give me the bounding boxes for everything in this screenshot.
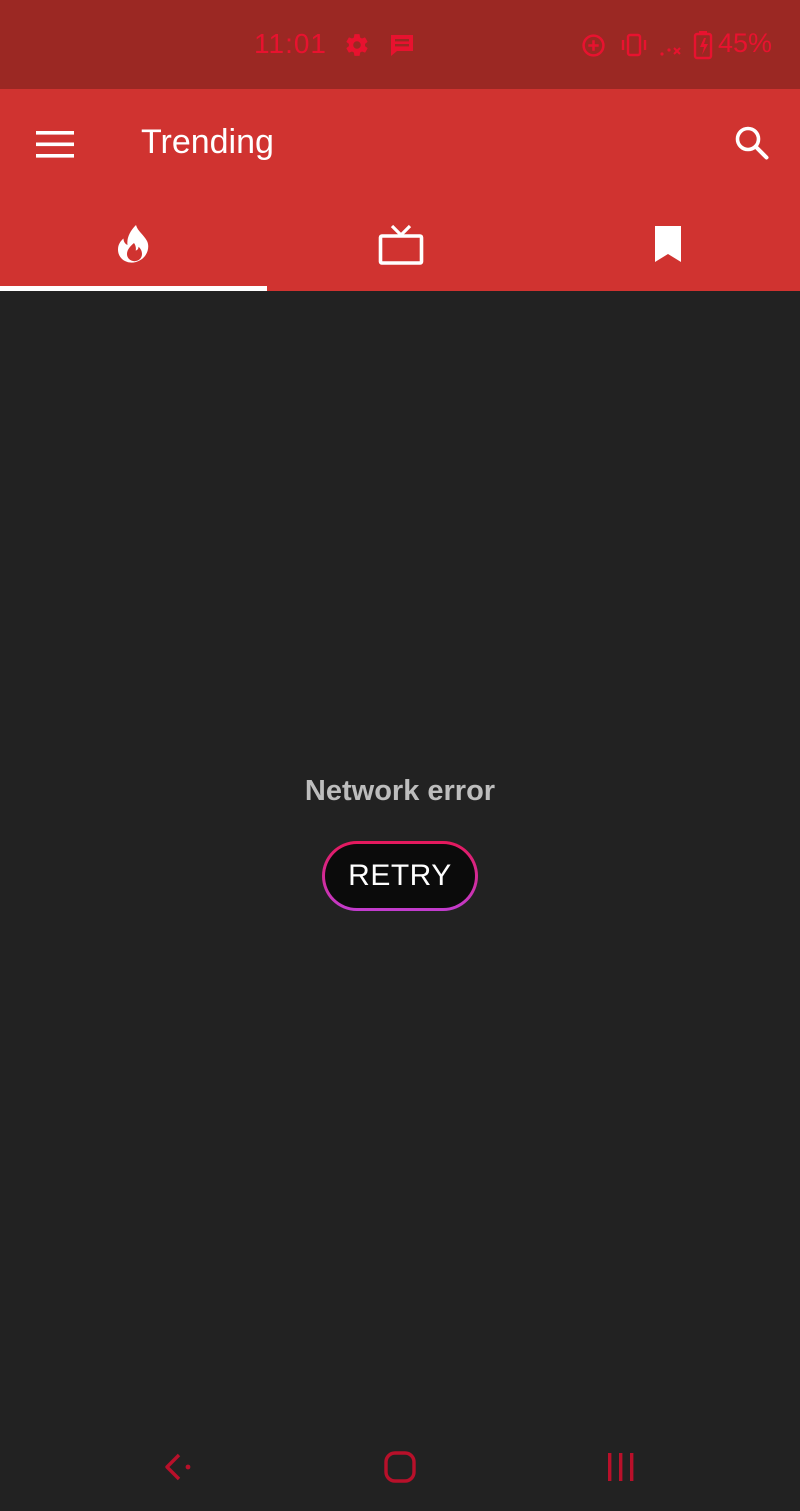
status-time: 11:01 xyxy=(254,28,327,59)
page-title: Trending xyxy=(141,123,274,161)
search-button[interactable] xyxy=(722,111,782,171)
status-bar: 11:01 45% xyxy=(0,0,800,89)
battery-charging-icon xyxy=(693,31,713,60)
recents-icon xyxy=(608,1453,634,1481)
vibrate-icon xyxy=(621,33,647,57)
battery-percentage: 45% xyxy=(718,28,773,58)
retry-button[interactable]: RETRY xyxy=(322,841,478,911)
bookmark-icon xyxy=(654,226,681,262)
recents-button[interactable] xyxy=(591,1439,651,1495)
hamburger-menu-icon xyxy=(36,131,74,158)
home-button[interactable] xyxy=(370,1439,430,1495)
main-content: Network error RETRY xyxy=(0,291,800,1421)
search-icon xyxy=(735,126,769,160)
back-icon xyxy=(165,1453,191,1481)
fire-icon xyxy=(117,225,148,263)
system-nav-bar xyxy=(0,1421,800,1511)
home-icon xyxy=(384,1451,416,1483)
tab-bar xyxy=(0,201,800,291)
tab-subscriptions[interactable] xyxy=(267,201,534,291)
menu-button[interactable] xyxy=(24,117,84,169)
data-saver-icon xyxy=(582,34,605,57)
app-toolbar: Trending xyxy=(0,89,800,291)
back-button[interactable] xyxy=(148,1439,208,1495)
tv-icon xyxy=(378,224,423,265)
tab-trending[interactable] xyxy=(0,201,267,291)
tab-bookmarks[interactable] xyxy=(534,201,800,291)
retry-button-label: RETRY xyxy=(325,844,475,908)
no-signal-icon xyxy=(660,47,681,56)
app-screen: 11:01 45% Trending Network error RETRY xyxy=(0,0,800,1511)
settings-gear-icon xyxy=(346,34,368,56)
error-message: Network error xyxy=(304,775,496,807)
message-icon xyxy=(391,35,413,56)
